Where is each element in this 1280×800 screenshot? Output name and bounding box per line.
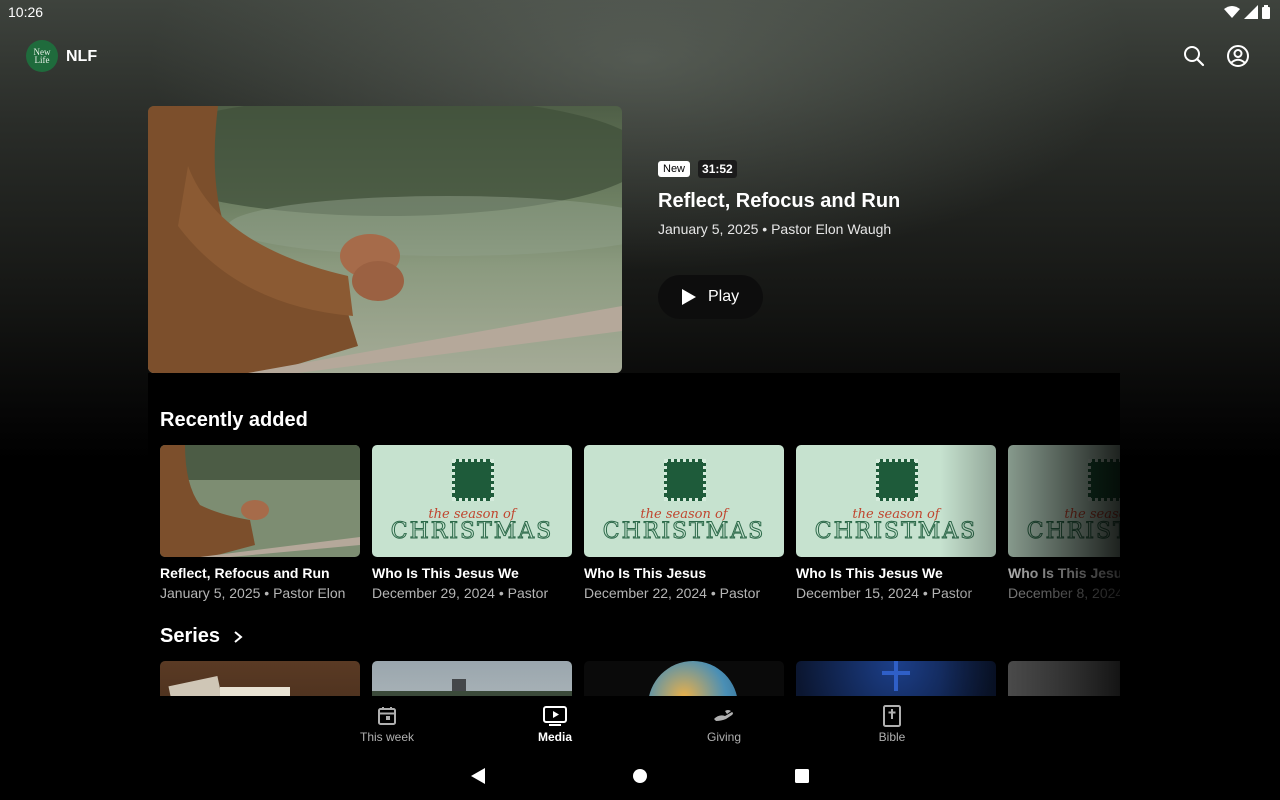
status-bar: 10:26 xyxy=(0,0,1280,24)
media-thumbnail: the season of CHRISTMAS xyxy=(796,445,996,557)
media-card[interactable]: the season of CHRISTMAS Who Is This Jesu… xyxy=(796,445,996,601)
nav-label: Media xyxy=(537,730,572,744)
media-card[interactable]: the season of CHRISTMAS Who Is This Jesu… xyxy=(372,445,572,601)
media-card[interactable]: the season of CHRISTMAS Who Is This Jesu… xyxy=(1008,445,1120,601)
series-card[interactable] xyxy=(584,661,784,696)
recents-button[interactable] xyxy=(792,766,812,786)
recents-square-icon xyxy=(795,769,809,783)
christmas-artwork: the season of CHRISTMAS xyxy=(1008,445,1120,557)
church-logo[interactable]: New Life xyxy=(26,40,58,72)
play-button[interactable]: Play xyxy=(658,275,763,319)
series-thumbnail xyxy=(160,661,360,696)
hand-giving-icon xyxy=(714,710,733,721)
new-badge: New xyxy=(658,161,691,177)
media-card-subtitle: December 15, 2024 • Pastor xyxy=(796,585,973,601)
media-thumbnail: the season of CHRISTMAS xyxy=(372,445,572,557)
back-triangle-icon xyxy=(471,768,485,784)
home-button[interactable] xyxy=(630,766,650,786)
nav-label: This week xyxy=(359,730,415,744)
series-card[interactable] xyxy=(1008,661,1120,696)
logo-text-line2: Life xyxy=(34,55,50,65)
signal-icon xyxy=(1244,5,1258,19)
hero-subtitle: January 5, 2025 • Pastor Elon Waugh xyxy=(658,221,892,237)
nav-bible[interactable]: Bible xyxy=(842,704,942,744)
home-circle-icon xyxy=(633,769,647,783)
hero-badges: New 31:52 xyxy=(658,160,900,178)
series-card[interactable] xyxy=(372,661,572,696)
system-navigation-bar xyxy=(0,752,1280,800)
series-header[interactable]: Series xyxy=(160,625,244,648)
series-card[interactable] xyxy=(160,661,360,696)
play-label: Play xyxy=(708,288,740,305)
media-card[interactable]: the season of CHRISTMAS Who Is This Jesu… xyxy=(584,445,784,601)
church-stamp-icon xyxy=(664,459,706,501)
media-card-subtitle: January 5, 2025 • Pastor Elon xyxy=(160,585,346,601)
bible-icon xyxy=(883,705,901,727)
christmas-artwork: the season of CHRISTMAS xyxy=(372,445,572,557)
nav-media[interactable]: Media xyxy=(505,704,605,744)
play-icon xyxy=(682,289,696,305)
nav-label: Bible xyxy=(878,730,906,744)
content-area: Recently added Reflect, Refocus and Run … xyxy=(148,373,1120,696)
media-card-title: Who Is This Jesus We xyxy=(796,565,943,581)
church-stamp-icon xyxy=(876,459,918,501)
search-icon[interactable] xyxy=(1182,44,1206,68)
church-stamp-icon xyxy=(1088,459,1120,501)
calendar-icon xyxy=(378,707,396,725)
media-card-title: Who Is This Jesus We xyxy=(372,565,519,581)
back-button[interactable] xyxy=(468,766,488,786)
series-thumbnail xyxy=(1008,661,1120,696)
media-thumbnail xyxy=(160,445,360,557)
status-time: 10:26 xyxy=(8,4,44,20)
globe-image xyxy=(648,661,738,696)
media-card[interactable]: Reflect, Refocus and Run January 5, 2025… xyxy=(160,445,360,601)
recently-added-row: Reflect, Refocus and Run January 5, 2025… xyxy=(160,445,1120,601)
church-stamp-icon xyxy=(452,459,494,501)
duration-badge: 31:52 xyxy=(698,160,737,178)
lake-hands-image xyxy=(148,106,622,373)
chevron-right-icon xyxy=(234,630,243,643)
series-row xyxy=(160,661,1120,696)
battery-icon xyxy=(1262,5,1270,19)
christmas-artwork: the season of CHRISTMAS xyxy=(796,445,996,557)
lake-hands-image xyxy=(160,445,360,557)
christmas-word: CHRISTMAS xyxy=(602,519,766,545)
series-card[interactable] xyxy=(796,661,996,696)
hero-info: New 31:52 Reflect, Refocus and Run Janua… xyxy=(658,160,900,237)
bottom-navigation: This week Media Giving Bible xyxy=(0,696,1280,752)
media-card-subtitle: December 22, 2024 • Pastor xyxy=(584,585,761,601)
series-thumbnail xyxy=(372,661,572,696)
christmas-word: CHRISTMAS xyxy=(1026,519,1120,545)
series-title: Series xyxy=(160,625,221,647)
wifi-icon xyxy=(1224,6,1240,18)
account-icon[interactable] xyxy=(1226,44,1250,68)
tv-play-icon xyxy=(543,706,567,726)
media-thumbnail: the season of CHRISTMAS xyxy=(584,445,784,557)
media-thumbnail: the season of CHRISTMAS xyxy=(1008,445,1120,557)
status-icons xyxy=(1224,5,1270,19)
nav-giving[interactable]: Giving xyxy=(674,704,774,744)
christmas-artwork: the season of CHRISTMAS xyxy=(584,445,784,557)
hero-title: Reflect, Refocus and Run xyxy=(658,190,901,212)
nav-this-week[interactable]: This week xyxy=(337,704,437,744)
series-thumbnail xyxy=(796,661,996,696)
media-card-subtitle: December 8, 2024 xyxy=(1008,585,1120,601)
christmas-word: CHRISTMAS xyxy=(814,519,978,545)
media-card-subtitle: December 29, 2024 • Pastor xyxy=(372,585,549,601)
media-card-title: Who Is This Jesus xyxy=(1008,565,1120,581)
media-card-title: Who Is This Jesus xyxy=(584,565,707,581)
hero-thumbnail[interactable] xyxy=(148,106,622,373)
media-card-title: Reflect, Refocus and Run xyxy=(160,565,330,581)
top-app-bar: New Life NLF xyxy=(0,36,1280,76)
series-thumbnail xyxy=(584,661,784,696)
christmas-word: CHRISTMAS xyxy=(390,519,554,545)
recently-added-title: Recently added xyxy=(160,409,308,431)
nav-label: Giving xyxy=(706,730,741,744)
app-brand: NLF xyxy=(66,48,98,65)
